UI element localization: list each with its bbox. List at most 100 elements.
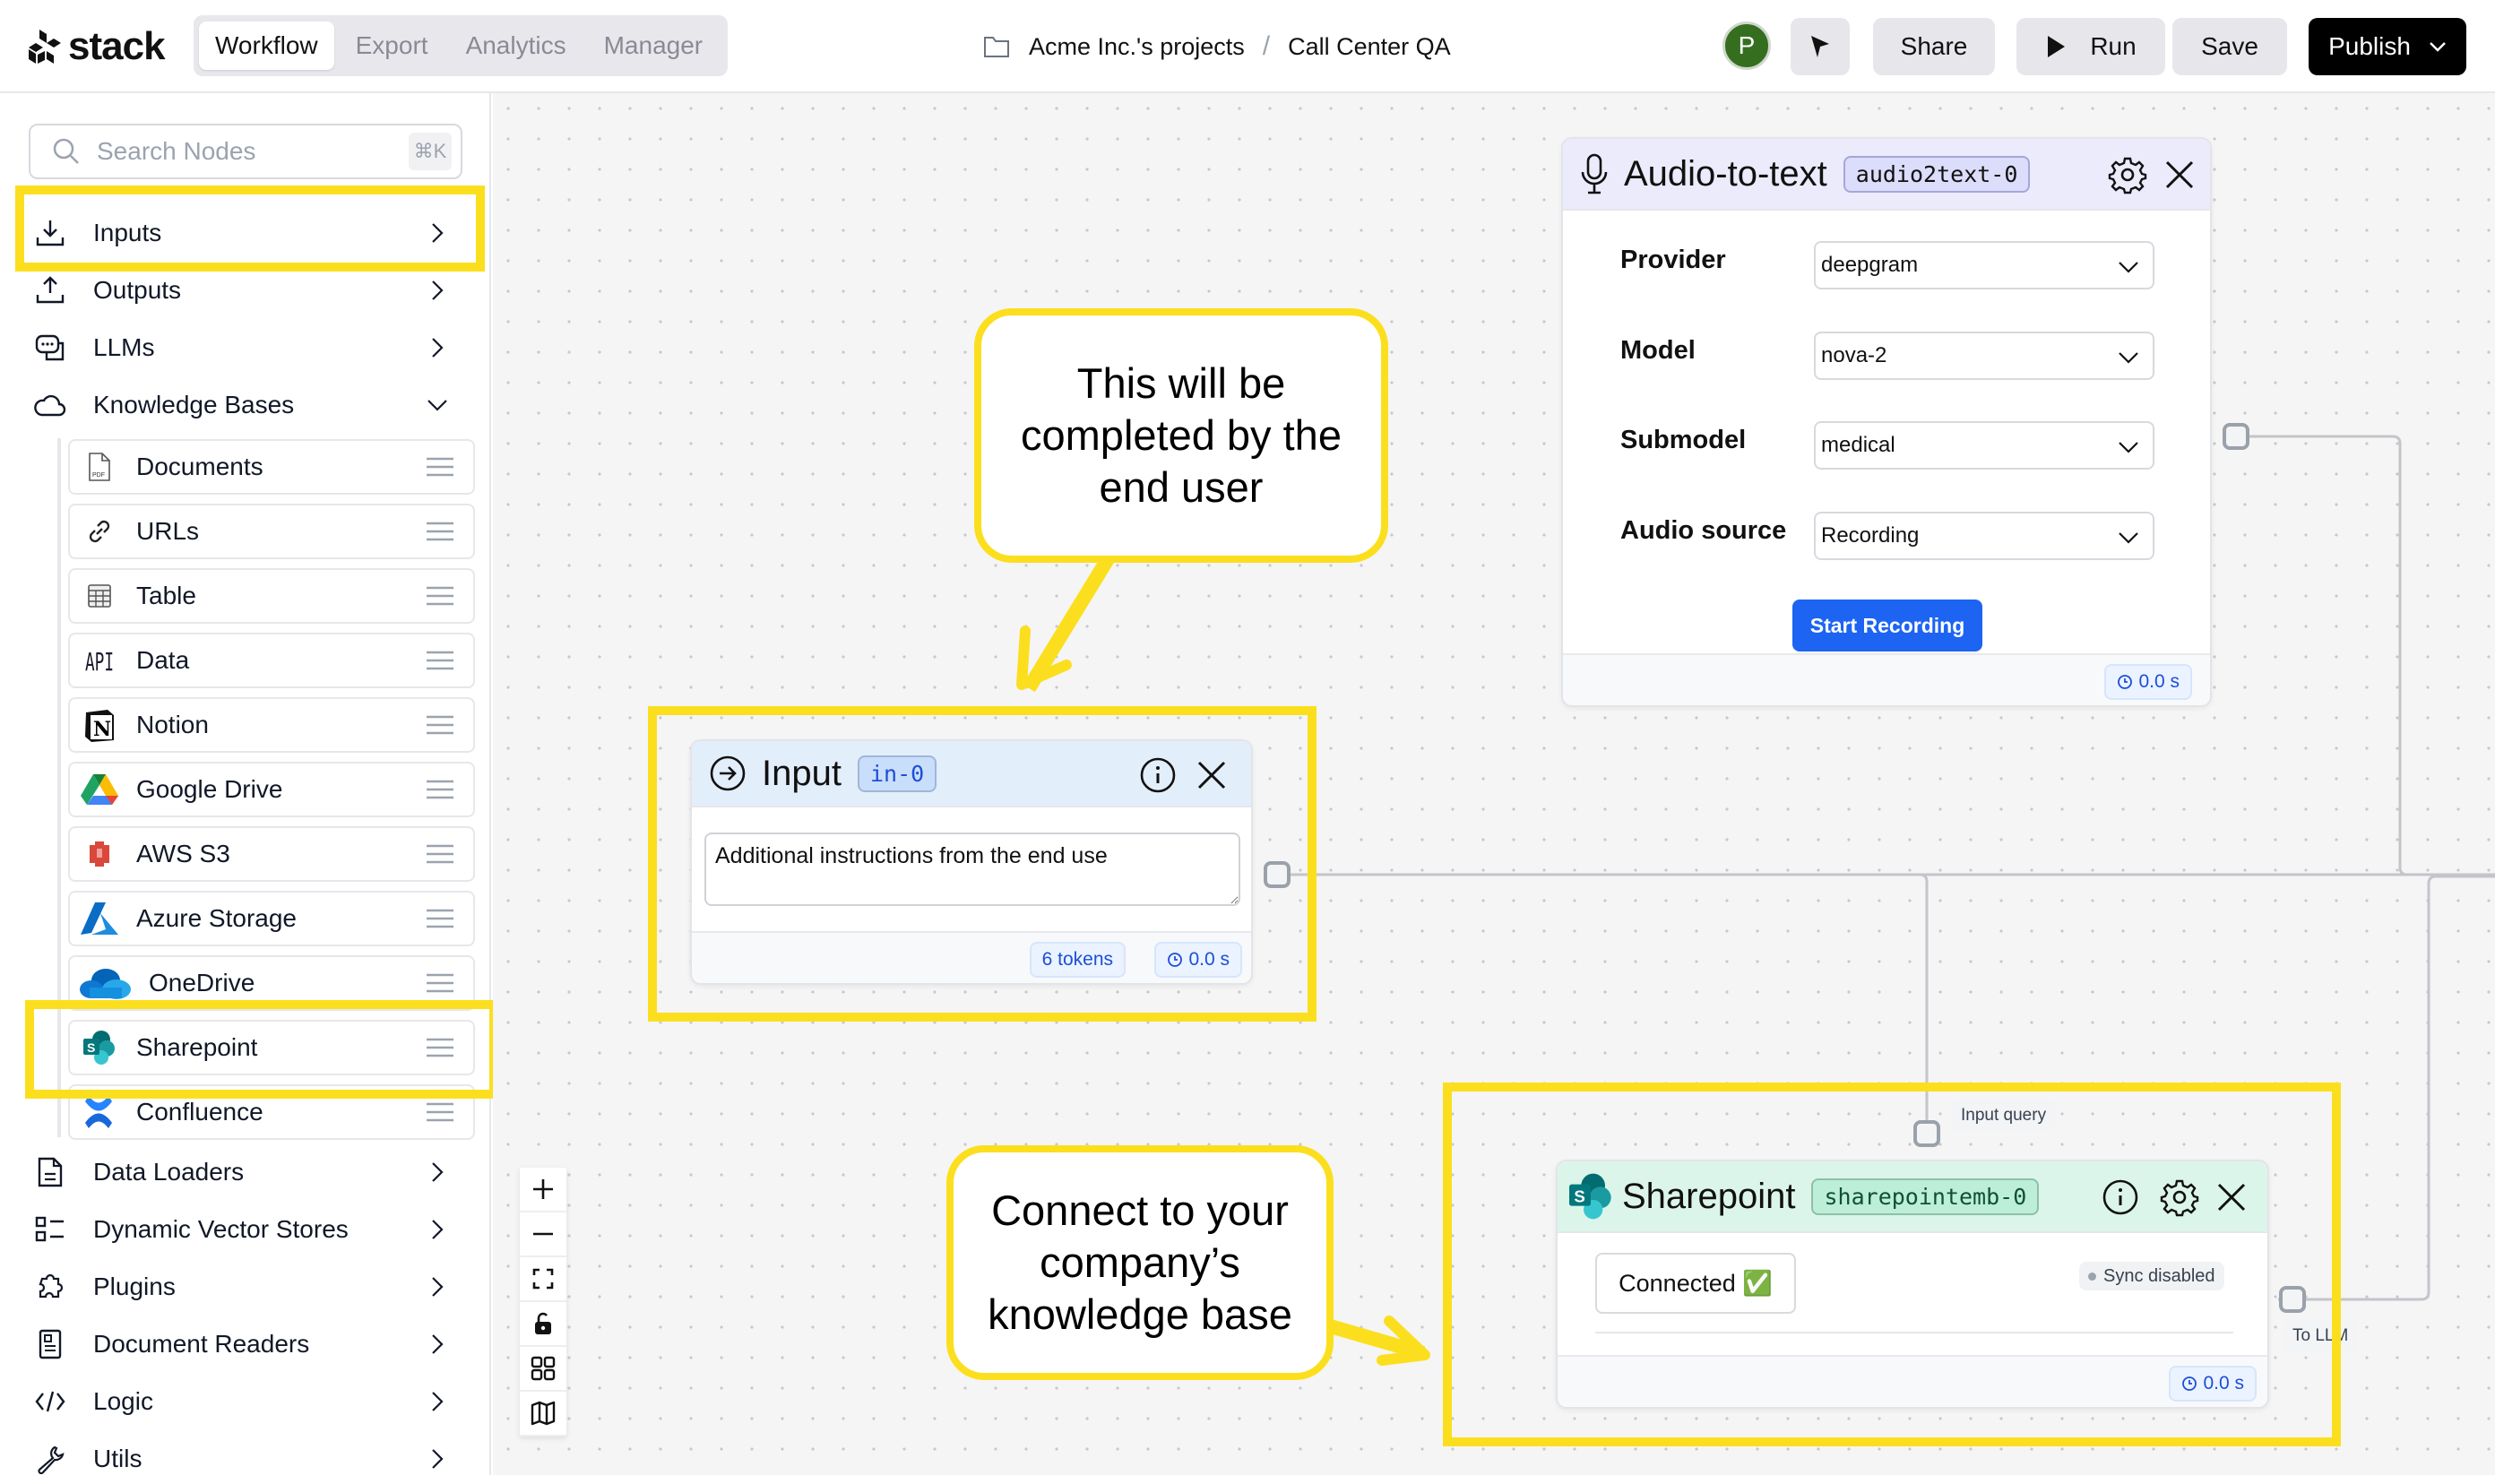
table-icon <box>79 575 120 617</box>
kb-item-notion[interactable]: N Notion <box>68 697 475 753</box>
time-value: 0.0 s <box>2138 671 2180 692</box>
fit-view-button[interactable] <box>520 1257 566 1302</box>
zoom-in-button[interactable] <box>520 1168 566 1212</box>
chat-bubbles-icon <box>32 330 68 366</box>
top-bar: stack Workflow Export Analytics Manager … <box>0 0 2495 93</box>
kb-item-label: OneDrive <box>149 969 255 997</box>
google-drive-icon <box>79 769 120 810</box>
user-avatar[interactable]: P <box>1722 22 1771 70</box>
kb-item-label: Notion <box>136 711 209 738</box>
lock-button[interactable] <box>520 1302 566 1347</box>
chevron-right-icon <box>432 280 444 300</box>
grid-button[interactable] <box>520 1347 566 1392</box>
kb-item-aws-s3[interactable]: AWS S3 <box>68 826 475 882</box>
sidebar-item-utils[interactable]: Utils <box>32 1434 462 1484</box>
drag-handle-icon[interactable] <box>427 715 453 735</box>
chevron-right-icon <box>432 1392 444 1411</box>
drag-handle-icon[interactable] <box>427 522 453 541</box>
callout-knowledge-base: Connect to your company’s knowledge base <box>946 1145 1334 1380</box>
sidebar-item-logic[interactable]: Logic <box>32 1376 462 1427</box>
api-icon: API <box>79 640 120 681</box>
drag-handle-icon[interactable] <box>427 1102 453 1122</box>
kb-item-urls[interactable]: URLs <box>68 504 475 559</box>
sidebar-item-document-readers[interactable]: Document Readers <box>32 1319 462 1369</box>
sidebar-item-llms[interactable]: LLMs <box>32 323 462 373</box>
stack-logo-icon <box>29 30 61 64</box>
sidebar-item-dynamic-vector-stores[interactable]: Dynamic Vector Stores <box>32 1204 462 1255</box>
drag-handle-icon[interactable] <box>427 457 453 477</box>
cloud-icon <box>32 387 68 423</box>
run-button[interactable]: Run <box>2016 18 2165 75</box>
sidebar-item-label: Utils <box>93 1445 142 1472</box>
zoom-out-button[interactable] <box>520 1212 566 1257</box>
search-shortcut-hint: ⌘K <box>409 133 452 170</box>
drag-handle-icon[interactable] <box>427 586 453 606</box>
drag-handle-icon[interactable] <box>427 844 453 864</box>
kb-item-table[interactable]: Table <box>68 568 475 624</box>
provider-select[interactable]: deepgram <box>1814 241 2154 289</box>
breadcrumb-flow[interactable]: Call Center QA <box>1288 33 1451 61</box>
kb-item-label: URLs <box>136 517 200 545</box>
wrench-icon <box>32 1441 68 1477</box>
chevron-right-icon <box>432 1220 444 1239</box>
start-recording-button[interactable]: Start Recording <box>1792 600 1982 651</box>
azure-icon <box>79 898 120 939</box>
audio-to-text-node[interactable]: Audio-to-text audio2text-0 Provider deep… <box>1561 137 2212 707</box>
sidebar-item-label: Outputs <box>93 276 182 304</box>
kb-item-label: Data <box>136 646 190 674</box>
drag-handle-icon[interactable] <box>427 909 453 928</box>
flow-canvas[interactable]: Audio-to-text audio2text-0 Provider deep… <box>493 93 2495 1475</box>
share-button[interactable]: Share <box>1873 18 1995 75</box>
submodel-select[interactable]: medical <box>1814 421 2154 470</box>
upload-icon <box>32 272 68 308</box>
node-sidebar: ⌘K Inputs Outputs LLMs Knowledge Bases P… <box>0 93 498 1475</box>
sidebar-item-label: Document Readers <box>93 1330 310 1358</box>
kb-item-data[interactable]: API Data <box>68 633 475 688</box>
tab-manager[interactable]: Manager <box>588 22 720 70</box>
drag-handle-icon[interactable] <box>427 780 453 799</box>
breadcrumb-project[interactable]: Acme Inc.'s projects <box>1029 33 1245 61</box>
grid-icon <box>531 1356 556 1381</box>
tab-export[interactable]: Export <box>340 22 445 70</box>
sidebar-item-label: Knowledge Bases <box>93 391 295 418</box>
highlight-inputs <box>15 186 485 272</box>
aws-s3-icon <box>79 833 120 875</box>
audio-source-select[interactable]: Recording <box>1814 512 2154 560</box>
save-button[interactable]: Save <box>2172 18 2287 75</box>
pdf-file-icon: PDF <box>79 446 120 487</box>
save-label: Save <box>2201 32 2258 60</box>
minimap-button[interactable] <box>520 1392 566 1437</box>
search-input[interactable] <box>97 137 384 166</box>
tab-analytics[interactable]: Analytics <box>450 22 583 70</box>
chevron-right-icon <box>432 1449 444 1469</box>
file-text-icon <box>32 1154 68 1190</box>
pointer-tool-button[interactable] <box>1791 18 1850 75</box>
clock-icon <box>2118 675 2133 689</box>
drag-handle-icon[interactable] <box>427 973 453 993</box>
logo-text: stack <box>68 24 166 68</box>
kb-item-documents[interactable]: PDF Documents <box>68 439 475 495</box>
kb-item-azure-storage[interactable]: Azure Storage <box>68 891 475 946</box>
close-icon[interactable] <box>2160 155 2199 194</box>
drag-handle-icon[interactable] <box>427 651 453 670</box>
highlight-sharepoint-node <box>1443 1083 2341 1446</box>
search-box[interactable]: ⌘K <box>29 124 462 179</box>
model-select[interactable]: nova-2 <box>1814 332 2154 380</box>
kb-item-label: Confluence <box>136 1098 263 1126</box>
sidebar-item-outputs[interactable]: Outputs <box>32 265 462 315</box>
puzzle-icon <box>32 1269 68 1305</box>
kb-item-google-drive[interactable]: Google Drive <box>68 762 475 817</box>
highlight-sharepoint <box>25 1000 498 1099</box>
sidebar-item-label: Data Loaders <box>93 1158 245 1186</box>
gear-icon[interactable] <box>2108 155 2147 194</box>
sidebar-item-data-loaders[interactable]: Data Loaders <box>32 1147 462 1197</box>
breadcrumb: Acme Inc.'s projects / Call Center QA <box>982 27 1451 66</box>
tab-workflow[interactable]: Workflow <box>199 22 334 70</box>
sidebar-item-knowledge-bases[interactable]: Knowledge Bases <box>32 380 462 430</box>
link-icon <box>79 511 120 552</box>
sidebar-item-label: Logic <box>93 1387 153 1415</box>
publish-button[interactable]: Publish <box>2309 18 2466 75</box>
svg-text:N: N <box>93 718 111 741</box>
sidebar-item-plugins[interactable]: Plugins <box>32 1262 462 1312</box>
audio-output-handle[interactable] <box>2223 423 2249 450</box>
